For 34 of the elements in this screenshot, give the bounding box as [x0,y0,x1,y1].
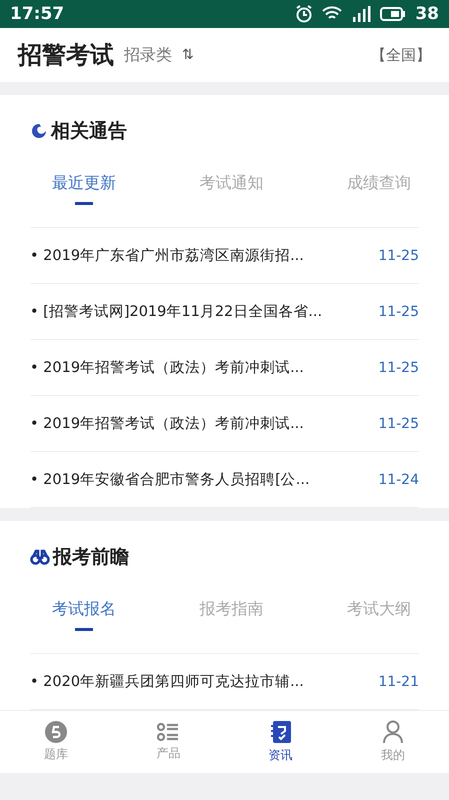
binoculars-icon [30,548,50,566]
news-title[interactable]: • 2019年广东省广州市荔湾区南源街招... [30,246,304,265]
nav-item[interactable]: 产品 [112,711,224,773]
nav-item[interactable]: 题库 [0,711,112,773]
sort-icon[interactable]: ⇅ [182,47,194,63]
list-icon [157,722,180,742]
page-title: 招警考试 [18,40,114,71]
nav-item[interactable]: 资讯 [224,711,337,773]
news-date: 11-25 [378,304,419,320]
news-title[interactable]: • 2020年新疆兵团第四师可克达拉市辅... [30,672,304,691]
news-title[interactable]: • 2019年招警考试（政法）考前冲刺试... [30,414,304,433]
notebook-icon [270,720,292,744]
category-selector[interactable]: 招录类 [124,44,172,66]
section-title: 相关通告 [51,119,127,144]
person-icon [382,720,404,744]
region-selector[interactable]: 【全国】 [371,46,431,64]
nav-item[interactable]: 我的 [336,711,449,773]
battery-level: 38 [415,4,439,24]
news-title[interactable]: • [招警考试网]2019年11月22日全国各省... [30,302,322,321]
news-date: 11-25 [378,416,419,432]
news-date: 11-24 [378,472,419,488]
news-title[interactable]: • 2019年安徽省合肥市警务人员招聘[公... [30,470,310,489]
news-title[interactable]: • 2019年招警考试（政法）考前冲刺试... [30,358,304,377]
section-title: 报考前瞻 [53,545,129,570]
news-date: 11-25 [378,248,419,264]
battery-icon [380,7,406,21]
alarm-icon [295,5,314,23]
news-date: 11-21 [378,674,419,690]
s-circle-icon [45,721,68,743]
section-tab[interactable]: 考试报名 [52,593,116,653]
status-time: 17:57 [10,4,64,24]
news-date: 11-25 [378,360,419,376]
section-tab[interactable]: 最近更新 [52,167,116,227]
signal-icon [351,6,372,22]
